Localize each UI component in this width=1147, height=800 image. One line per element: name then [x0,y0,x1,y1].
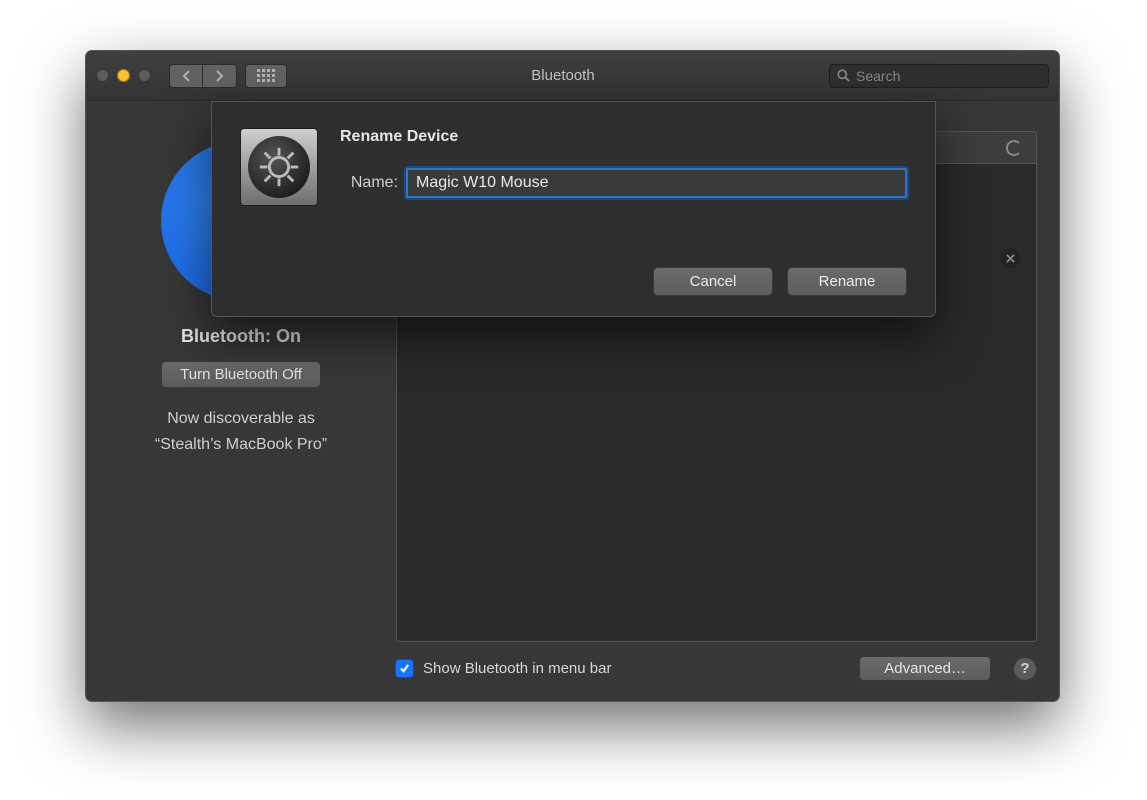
bottom-bar: Show Bluetooth in menu bar Advanced… ? [396,642,1037,681]
nav-buttons [169,64,237,88]
chevron-left-icon [182,70,191,82]
close-window-button[interactable] [96,69,109,82]
forward-button[interactable] [203,64,237,88]
zoom-window-button[interactable] [138,69,151,82]
spinner-icon [1006,140,1022,156]
window-title: Bluetooth [297,67,829,84]
discoverable-line1: Now discoverable as [155,406,327,432]
sheet-title: Rename Device [340,128,907,146]
help-button[interactable]: ? [1013,657,1037,681]
show-in-menubar-checkbox[interactable] [396,660,413,677]
advanced-button[interactable]: Advanced… [859,656,991,681]
bluetooth-status: Bluetooth: On [181,326,301,347]
grid-icon [257,69,275,82]
traffic-lights [96,69,151,82]
device-name-input[interactable] [406,168,907,198]
back-button[interactable] [169,64,203,88]
cancel-button[interactable]: Cancel [653,267,773,296]
discoverable-text: Now discoverable as “Stealth’s MacBook P… [155,406,327,457]
remove-device-button[interactable] [1000,248,1020,268]
gear-icon [256,144,302,190]
search-field[interactable] [829,64,1049,88]
discoverable-line2: “Stealth’s MacBook Pro” [155,432,327,458]
name-label: Name: [340,174,398,192]
search-input[interactable] [856,68,1041,84]
preferences-icon [240,128,318,206]
minimize-window-button[interactable] [117,69,130,82]
toggle-bluetooth-button[interactable]: Turn Bluetooth Off [161,361,321,388]
show-all-button[interactable] [245,64,287,88]
rename-sheet: Rename Device Name: Cancel Rename [211,101,936,317]
checkmark-icon [399,663,410,674]
preferences-window: Bluetooth Bluetooth: On Turn Bluetooth O… [85,50,1060,702]
rename-button[interactable]: Rename [787,267,907,296]
search-icon [837,69,850,82]
close-icon [1006,254,1015,263]
show-in-menubar-label: Show Bluetooth in menu bar [423,660,611,677]
titlebar: Bluetooth [86,51,1059,101]
chevron-right-icon [215,70,224,82]
name-field-row: Name: [340,168,907,198]
